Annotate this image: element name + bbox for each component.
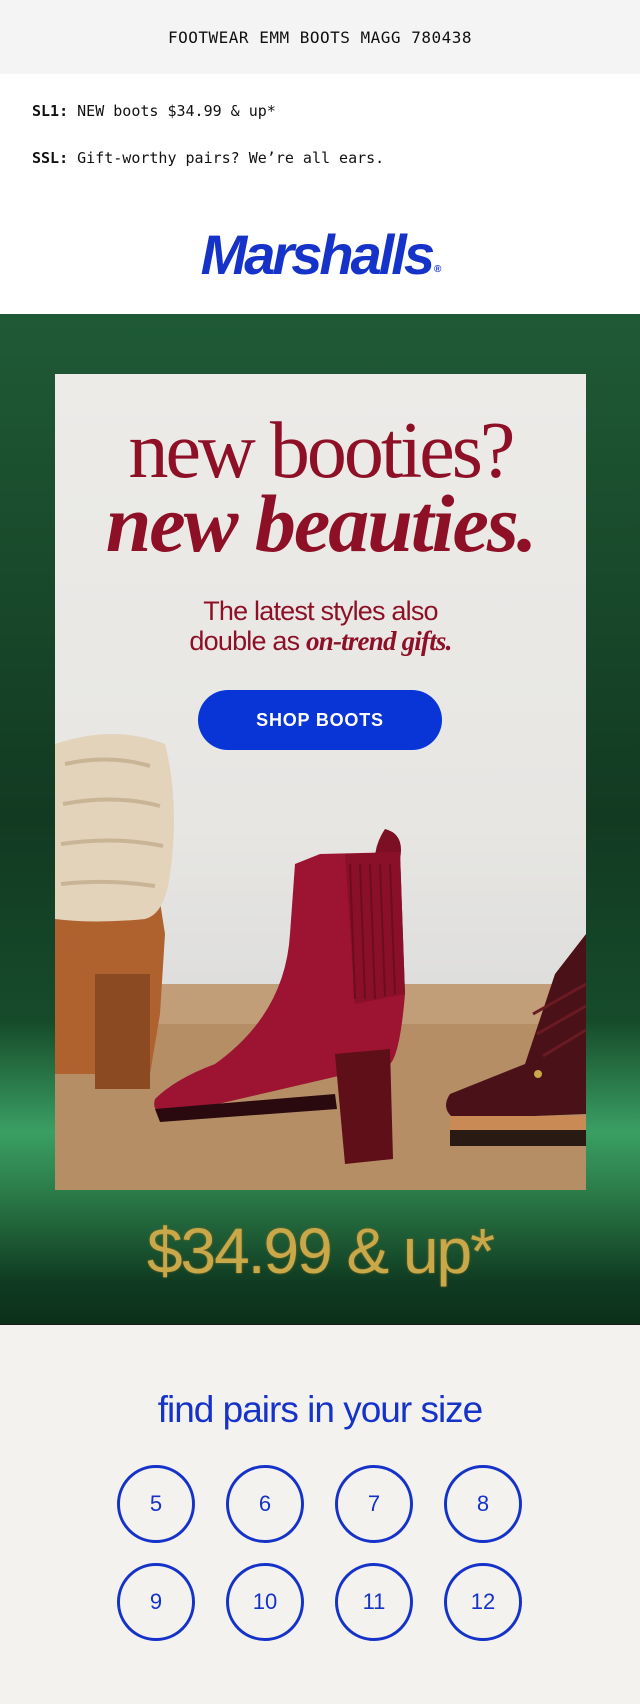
sl1-key: SL1:	[32, 102, 69, 120]
size-12-button[interactable]: 12	[444, 1563, 522, 1641]
email-subject-bar: FOOTWEAR EMM BOOTS MAGG 780438	[0, 0, 640, 74]
size-11-button[interactable]: 11	[335, 1563, 413, 1641]
email-subject: FOOTWEAR EMM BOOTS MAGG 780438	[168, 27, 472, 47]
registered-mark: ®	[433, 264, 442, 275]
size-10-button[interactable]: 10	[226, 1563, 304, 1641]
sl1-value: NEW boots $34.99 & up*	[77, 102, 276, 120]
tan-shearling-boot	[55, 734, 174, 1089]
size-8-button[interactable]: 8	[444, 1465, 522, 1543]
hero-card[interactable]: new booties? new beauties. The latest st…	[55, 374, 586, 1190]
price-callout: $34.99 & up*	[146, 1215, 495, 1287]
subheading-italic: on-trend gifts.	[306, 626, 452, 656]
size-6-button[interactable]: 6	[226, 1465, 304, 1543]
size-7-button[interactable]: 7	[335, 1465, 413, 1543]
subject-line-1: SL1: NEW boots $34.99 & up*	[32, 102, 640, 120]
marshalls-logo[interactable]: Marshalls ®	[0, 222, 640, 287]
subheading-line-2: double as on-trend gifts.	[55, 626, 586, 656]
preheader-meta: SL1: NEW boots $34.99 & up* SSL: Gift-wo…	[0, 74, 640, 286]
logo-text: Marshalls	[200, 223, 435, 286]
ssl-value: Gift-worthy pairs? We’re all ears.	[77, 149, 385, 167]
size-5-button[interactable]: 5	[117, 1465, 195, 1543]
size-finder-section: find pairs in your size 5 6 7 8 9 10 11 …	[0, 1324, 640, 1704]
subject-line-ssl: SSL: Gift-worthy pairs? We’re all ears.	[32, 149, 640, 167]
headline-line-2: new beauties.	[105, 478, 538, 569]
hero-subheading: The latest styles also double as on-tren…	[55, 596, 586, 656]
subheading-plain: double as	[189, 626, 300, 656]
shop-boots-button[interactable]: SHOP BOOTS	[198, 690, 442, 750]
ssl-key: SSL:	[32, 149, 69, 167]
size-finder-title: find pairs in your size	[157, 1389, 484, 1430]
subheading-line-1: The latest styles also	[203, 596, 438, 626]
size-9-button[interactable]: 9	[117, 1563, 195, 1641]
hero-section: new booties? new beauties. The latest st…	[0, 314, 640, 1324]
